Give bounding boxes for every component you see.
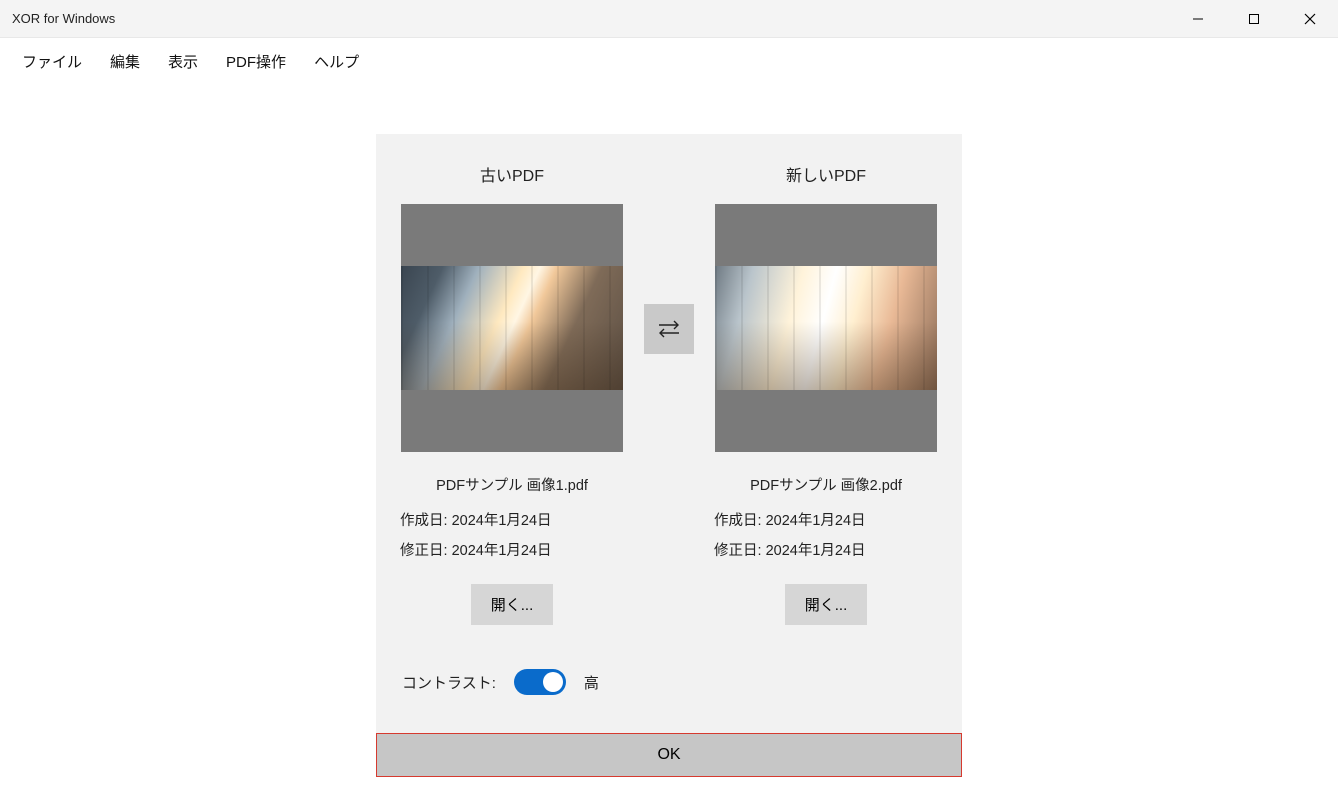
- window-controls: [1170, 0, 1338, 37]
- old-pdf-open-button[interactable]: 開く...: [471, 584, 554, 625]
- new-pdf-column: 新しいPDF PDFサンプル 画像2.pdf 作成日: 2024年1月24日 修…: [714, 162, 938, 625]
- close-icon: [1304, 13, 1316, 25]
- contrast-label: コントラスト:: [402, 672, 496, 693]
- menu-help[interactable]: ヘルプ: [300, 43, 373, 80]
- ok-button[interactable]: OK: [376, 733, 962, 777]
- old-pdf-created: 作成日: 2024年1月24日: [400, 507, 624, 537]
- old-pdf-filename: PDFサンプル 画像1.pdf: [436, 474, 588, 495]
- new-pdf-open-button[interactable]: 開く...: [785, 584, 868, 625]
- old-pdf-meta: 作成日: 2024年1月24日 修正日: 2024年1月24日: [400, 507, 624, 566]
- menu-file[interactable]: ファイル: [8, 43, 96, 80]
- minimize-button[interactable]: [1170, 0, 1226, 37]
- menu-view[interactable]: 表示: [154, 43, 212, 80]
- swap-column: [644, 162, 694, 354]
- menu-edit[interactable]: 編集: [96, 43, 154, 80]
- close-button[interactable]: [1282, 0, 1338, 37]
- maximize-button[interactable]: [1226, 0, 1282, 37]
- new-pdf-meta: 作成日: 2024年1月24日 修正日: 2024年1月24日: [714, 507, 938, 566]
- old-pdf-modified: 修正日: 2024年1月24日: [400, 537, 624, 567]
- compare-row: 古いPDF PDFサンプル 画像1.pdf 作成日: 2024年1月24日 修正…: [400, 162, 938, 625]
- new-pdf-modified: 修正日: 2024年1月24日: [714, 537, 938, 567]
- window-title: XOR for Windows: [12, 11, 115, 26]
- new-pdf-thumbnail[interactable]: [715, 204, 937, 452]
- contrast-toggle[interactable]: [514, 669, 566, 695]
- old-pdf-thumbnail-image: [401, 266, 623, 390]
- new-pdf-title: 新しいPDF: [786, 162, 866, 186]
- new-pdf-created: 作成日: 2024年1月24日: [714, 507, 938, 537]
- maximize-icon: [1248, 13, 1260, 25]
- compare-panel: 古いPDF PDFサンプル 画像1.pdf 作成日: 2024年1月24日 修正…: [376, 134, 962, 777]
- menu-pdf-ops[interactable]: PDF操作: [212, 43, 300, 80]
- ok-row: OK: [376, 733, 962, 777]
- old-pdf-column: 古いPDF PDFサンプル 画像1.pdf 作成日: 2024年1月24日 修正…: [400, 162, 624, 625]
- old-pdf-thumbnail[interactable]: [401, 204, 623, 452]
- main-area: 古いPDF PDFサンプル 画像1.pdf 作成日: 2024年1月24日 修正…: [0, 84, 1338, 777]
- swap-button[interactable]: [644, 304, 694, 354]
- menubar: ファイル 編集 表示 PDF操作 ヘルプ: [0, 38, 1338, 84]
- contrast-row: コントラスト: 高: [400, 669, 938, 695]
- swap-icon: [656, 319, 682, 339]
- titlebar: XOR for Windows: [0, 0, 1338, 38]
- new-pdf-filename: PDFサンプル 画像2.pdf: [750, 474, 902, 495]
- contrast-value: 高: [584, 672, 599, 693]
- minimize-icon: [1192, 13, 1204, 25]
- toggle-knob: [543, 672, 563, 692]
- old-pdf-title: 古いPDF: [480, 162, 544, 186]
- new-pdf-thumbnail-image: [715, 266, 937, 390]
